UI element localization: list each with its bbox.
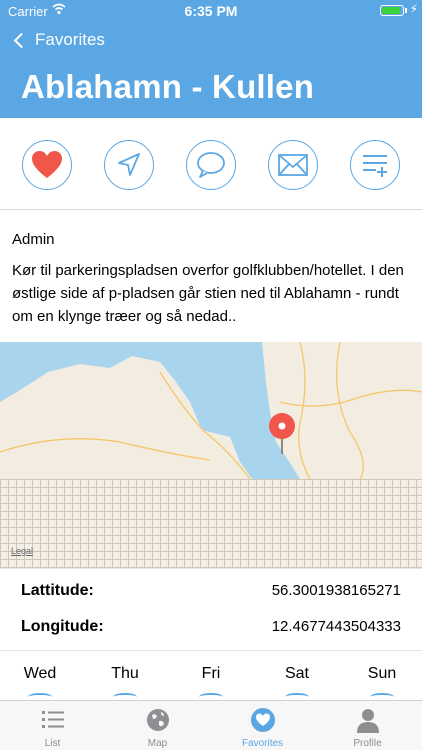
comment-icon [197, 152, 225, 178]
map-view[interactable]: Legal [0, 342, 422, 568]
list-icon [42, 711, 64, 728]
weather-forecast: Wed Thu Fri Sat Sun [0, 650, 422, 700]
mail-button[interactable] [268, 140, 318, 190]
weather-day: Wed [23, 665, 57, 682]
tab-profile[interactable]: Profile [315, 701, 420, 750]
tab-favorites[interactable]: Favorites [210, 701, 315, 750]
weather-day: Thu [111, 665, 139, 682]
longitude-row: Longitude: 12.4677443504333 [21, 618, 401, 636]
profile-icon [357, 709, 379, 733]
tab-map[interactable]: Map [105, 701, 210, 750]
comment-button[interactable] [186, 140, 236, 190]
coordinates-panel: Lattitude: 56.3001938165271 Longitude: 1… [0, 568, 422, 650]
latitude-value: 56.3001938165271 [271, 582, 401, 599]
tab-label: Favorites [241, 738, 284, 749]
header: Carrier 6:35 PM ⚡ Favorites Ablahamn - K… [0, 0, 422, 118]
page-title: Ablahamn - Kullen [21, 68, 315, 105]
weather-day: Fri [201, 665, 221, 682]
weather-day: Sun [367, 665, 397, 682]
heart-tab-icon [251, 708, 275, 732]
tab-list[interactable]: List [0, 701, 105, 750]
clock: 6:35 PM [184, 3, 238, 19]
map-terrain [0, 342, 422, 479]
description-text: Kør til parkeringspladsen overfor golfkl… [12, 262, 404, 325]
weather-day: Sat [284, 665, 309, 682]
tab-label: List [44, 738, 61, 749]
map-pin-icon[interactable] [266, 412, 298, 456]
latitude-label: Lattitude: [21, 582, 94, 599]
chevron-left-icon [13, 32, 30, 48]
tab-label: Profile [353, 738, 382, 749]
charging-icon: ⚡ [409, 2, 418, 16]
battery-icon [380, 5, 404, 16]
author-label: Admin [12, 231, 55, 248]
description: Admin Kør til parkeringspladsen overfor … [12, 228, 416, 328]
back-button[interactable]: Favorites [12, 30, 105, 50]
status-bar: Carrier 6:35 PM ⚡ [0, 0, 422, 22]
action-bar [0, 118, 422, 210]
add-to-list-icon [363, 155, 387, 177]
battery-tip [405, 8, 407, 13]
globe-icon [147, 709, 169, 731]
favorite-button[interactable] [22, 140, 72, 190]
latitude-row: Lattitude: 56.3001938165271 [21, 582, 401, 600]
map-tile-grid [0, 479, 422, 568]
add-to-list-button[interactable] [350, 140, 400, 190]
tab-bar: List Map Favorites Profile [0, 700, 422, 750]
back-button-label: Favorites [35, 30, 105, 49]
navigate-button[interactable] [104, 140, 154, 190]
heart-icon [32, 151, 62, 178]
mail-icon [278, 154, 308, 176]
longitude-label: Longitude: [21, 618, 104, 635]
longitude-value: 12.4677443504333 [271, 618, 401, 635]
navigate-icon [118, 153, 140, 176]
map-legal-link[interactable]: Legal [11, 546, 33, 556]
tab-label: Map [147, 738, 168, 749]
